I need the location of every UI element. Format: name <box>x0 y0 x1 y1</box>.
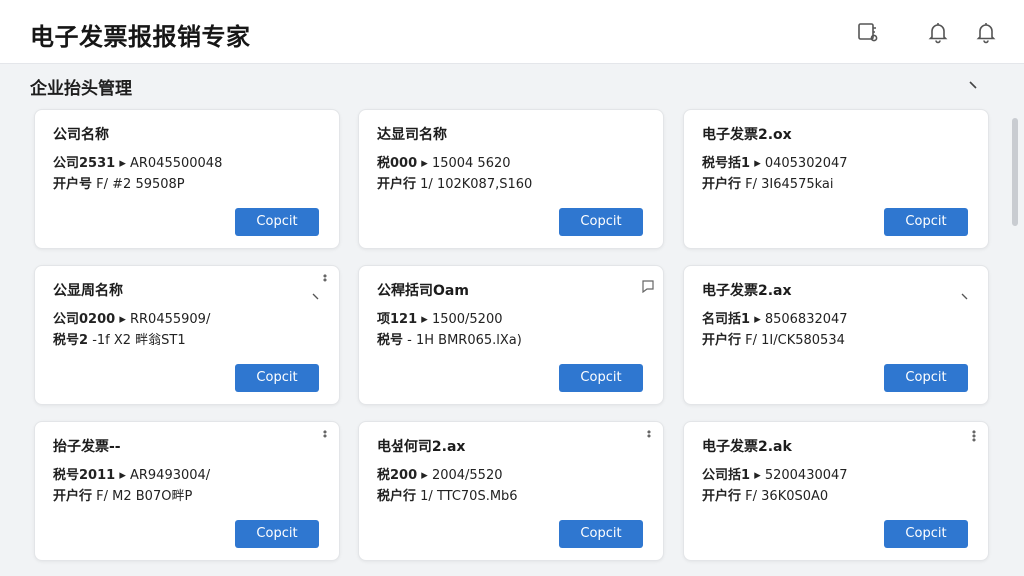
bank-line: 税号2 -1f X2 畔翁ST1 <box>53 329 186 348</box>
bank-value: F/ 3I64575kai <box>745 177 834 192</box>
bank-label: 开户行 <box>702 333 742 348</box>
tax-label: 公司0200 <box>53 312 116 327</box>
copy-button[interactable]: Copcit <box>559 364 643 392</box>
comment-icon[interactable] <box>641 278 655 294</box>
notification-icon[interactable] <box>974 20 998 44</box>
tax-label: 项121 <box>377 312 418 327</box>
more-menu-icon[interactable]: • • • <box>970 427 978 446</box>
copy-button[interactable]: Copcit <box>559 208 643 236</box>
tax-value: ▸ RR0455909/ <box>119 312 211 327</box>
tax-number-line: 税号2011 ▸ AR9493004/ <box>53 464 210 483</box>
bank-value: 1/ TTC70S.Mb6 <box>420 489 518 504</box>
tax-label: 税号2011 <box>53 468 116 483</box>
company-card[interactable]: 达显司名称 税000 ▸ 15004 5620 开户行 1/ 102K087,S… <box>358 109 664 249</box>
company-card[interactable]: 电子发票2.ox 税号括1 ▸ 0405302047 开户行 F/ 3I6457… <box>683 109 989 249</box>
bank-value: -1f X2 畔翁ST1 <box>92 333 186 348</box>
company-name: 抬子发票-- <box>53 439 121 455</box>
bank-line: 开户行 F/ 3I64575kai <box>702 173 833 192</box>
tax-number-line: 公司括1 ▸ 5200430047 <box>702 464 848 483</box>
bank-value: F/ #2 59508P <box>96 177 185 192</box>
company-name: 电子发票2.ak <box>702 439 792 455</box>
company-name: 电셮何司2.ax <box>377 439 466 455</box>
tax-number-line: 公司0200 ▸ RR0455909/ <box>53 308 210 327</box>
tax-number-line: 税号括1 ▸ 0405302047 <box>702 152 848 171</box>
company-card[interactable]: 公司名称 公司2531 ▸ AR045500048 开户号 F/ #2 5950… <box>34 109 340 249</box>
bank-line: 开户行 F/ M2 B07O畔P <box>53 485 192 504</box>
more-menu-icon[interactable]: • • <box>321 427 329 444</box>
more-menu-icon[interactable]: • • <box>321 271 329 288</box>
tax-value: ▸ 0405302047 <box>754 156 848 171</box>
tax-number-line: 项121 ▸ 1500/5200 <box>377 308 503 327</box>
scrollbar[interactable] <box>1012 118 1018 226</box>
company-card[interactable]: • • 公显周名称 公司0200 ▸ RR0455909/ 税号2 -1f X2 … <box>34 265 340 405</box>
bank-line: 开户号 F/ #2 59508P <box>53 173 185 192</box>
tax-label: 名司括1 <box>702 312 751 327</box>
tax-value: ▸ 8506832047 <box>754 312 848 327</box>
bank-label: 开户行 <box>702 177 742 192</box>
company-card[interactable]: • • 抬子发票-- 税号2011 ▸ AR9493004/ 开户行 F/ M2 … <box>34 421 340 561</box>
bank-label: 开户行 <box>53 489 93 504</box>
bank-label: 税户行 <box>377 489 417 504</box>
tax-value: ▸ 15004 5620 <box>421 156 511 171</box>
tax-label: 公司2531 <box>53 156 116 171</box>
tax-value: ▸ AR045500048 <box>119 156 223 171</box>
tax-number-line: 名司括1 ▸ 8506832047 <box>702 308 848 327</box>
app-header: 电子发票报报销专家 <box>0 0 1024 64</box>
tax-label: 公司括1 <box>702 468 751 483</box>
tax-number-line: 公司2531 ▸ AR045500048 <box>53 152 222 171</box>
bank-line: 开户行 F/ 36K0S0A0 <box>702 485 828 504</box>
copy-button[interactable]: Copcit <box>884 520 968 548</box>
bank-line: 开户行 F/ 1I/CK580534 <box>702 329 845 348</box>
company-card[interactable]: 公稈括司Oam 项121 ▸ 1500/5200 税号 - 1H BMR065.… <box>358 265 664 405</box>
collapse-icon[interactable] <box>966 76 980 90</box>
tax-number-line: 税200 ▸ 2004/5520 <box>377 464 503 483</box>
tax-label: 税200 <box>377 468 418 483</box>
app-title: 电子发票报报销专家 <box>30 23 251 51</box>
corner-mark-icon <box>311 286 321 300</box>
bank-label: 税号2 <box>53 333 89 348</box>
bank-label: 开户号 <box>53 177 93 192</box>
tax-label: 税号括1 <box>702 156 751 171</box>
bell-icon[interactable] <box>926 20 950 44</box>
company-name: 达显司名称 <box>377 127 447 143</box>
company-name: 公司名称 <box>53 127 109 143</box>
company-name: 公显周名称 <box>53 283 123 299</box>
company-name: 公稈括司Oam <box>377 283 469 299</box>
copy-button[interactable]: Copcit <box>884 364 968 392</box>
bank-label: 开户行 <box>702 489 742 504</box>
bank-value: 1/ 102K087,S160 <box>420 177 533 192</box>
tax-value: ▸ 2004/5520 <box>421 468 503 483</box>
bank-value: F/ M2 B07O畔P <box>96 489 193 504</box>
bank-line: 税号 - 1H BMR065.lXa) <box>377 329 522 348</box>
company-card[interactable]: 电子发票2.ax 名司括1 ▸ 8506832047 开户行 F/ 1I/CK5… <box>683 265 989 405</box>
copy-button[interactable]: Copcit <box>235 208 319 236</box>
company-name: 电子发票2.ax <box>702 283 792 299</box>
bank-label: 开户行 <box>377 177 417 192</box>
bank-label: 税号 <box>377 333 404 348</box>
copy-button[interactable]: Copcit <box>884 208 968 236</box>
share-settings-icon[interactable] <box>856 20 880 44</box>
bank-value: F/ 36K0S0A0 <box>745 489 829 504</box>
tax-value: ▸ 5200430047 <box>754 468 848 483</box>
copy-button[interactable]: Copcit <box>235 364 319 392</box>
tax-label: 税000 <box>377 156 418 171</box>
bank-line: 开户行 1/ 102K087,S160 <box>377 173 532 192</box>
bank-value: - 1H BMR065.lXa) <box>407 333 522 348</box>
copy-button[interactable]: Copcit <box>235 520 319 548</box>
bank-value: F/ 1I/CK580534 <box>745 333 845 348</box>
tax-value: ▸ 1500/5200 <box>421 312 503 327</box>
copy-button[interactable]: Copcit <box>559 520 643 548</box>
tax-number-line: 税000 ▸ 15004 5620 <box>377 152 511 171</box>
section-title: 企业抬头管理 <box>30 79 132 99</box>
company-name: 电子发票2.ox <box>702 127 792 143</box>
company-card[interactable]: • • • 电子发票2.ak 公司括1 ▸ 5200430047 开户行 F/ 36… <box>683 421 989 561</box>
corner-mark-icon <box>960 286 970 300</box>
bank-line: 税户行 1/ TTC70S.Mb6 <box>377 485 518 504</box>
company-card[interactable]: • • 电셮何司2.ax 税200 ▸ 2004/5520 税户行 1/ TTC7… <box>358 421 664 561</box>
tax-value: ▸ AR9493004/ <box>119 468 211 483</box>
more-menu-icon[interactable]: • • <box>645 427 653 444</box>
